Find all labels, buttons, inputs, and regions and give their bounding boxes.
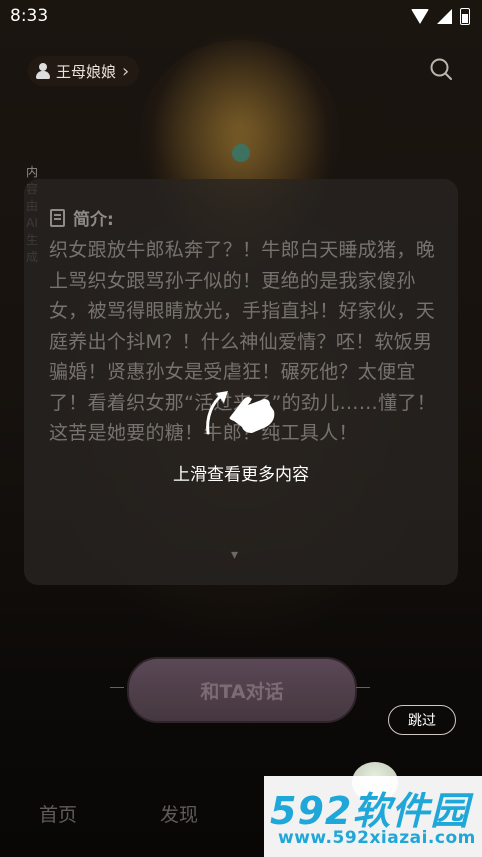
status-time: 8:33 <box>10 6 49 26</box>
battery-icon <box>460 8 470 25</box>
intro-heading: 简介: <box>50 205 114 230</box>
swipe-up-hand-icon <box>206 391 275 435</box>
intro-card[interactable]: 简介: 织女跟放牛郎私奔了？！牛郎白天睡成猪，晚上骂织女跟骂孙子似的！更绝的是我… <box>24 179 458 585</box>
document-icon <box>50 208 65 227</box>
status-bar: 8:33 <box>0 0 482 32</box>
decor-line-right <box>356 687 370 688</box>
skip-button[interactable]: 跳过 <box>388 705 456 735</box>
status-icons <box>411 8 470 25</box>
person-icon <box>36 63 50 79</box>
tab-discover[interactable]: 发现 <box>160 800 198 827</box>
tab-home[interactable]: 首页 <box>39 800 77 827</box>
chat-button-wrap: 和TA对话 <box>110 655 370 723</box>
chevron-right-icon: › <box>122 60 130 82</box>
intro-heading-text: 简介: <box>73 210 114 230</box>
signal-icon <box>437 9 452 24</box>
chevron-down-icon: ▾ <box>231 547 239 563</box>
search-icon[interactable] <box>430 58 452 80</box>
author-name: 王母娘娘 <box>56 62 117 81</box>
watermark-brand-text: 592软件园 <box>270 789 470 833</box>
decor-line-left <box>110 687 124 688</box>
swipe-hint-text: 上滑查看更多内容 <box>173 465 309 485</box>
site-watermark: 592软件园 www.592xiazai.com <box>264 776 482 857</box>
crown-gem <box>232 144 250 162</box>
author-chip[interactable]: 王母娘娘 › <box>28 56 140 86</box>
wifi-icon <box>411 9 429 24</box>
watermark-url: www.592xiazai.com <box>278 828 476 848</box>
watermark-brand: 592软件园 <box>270 780 469 835</box>
chat-with-ta-button[interactable]: 和TA对话 <box>127 657 357 723</box>
